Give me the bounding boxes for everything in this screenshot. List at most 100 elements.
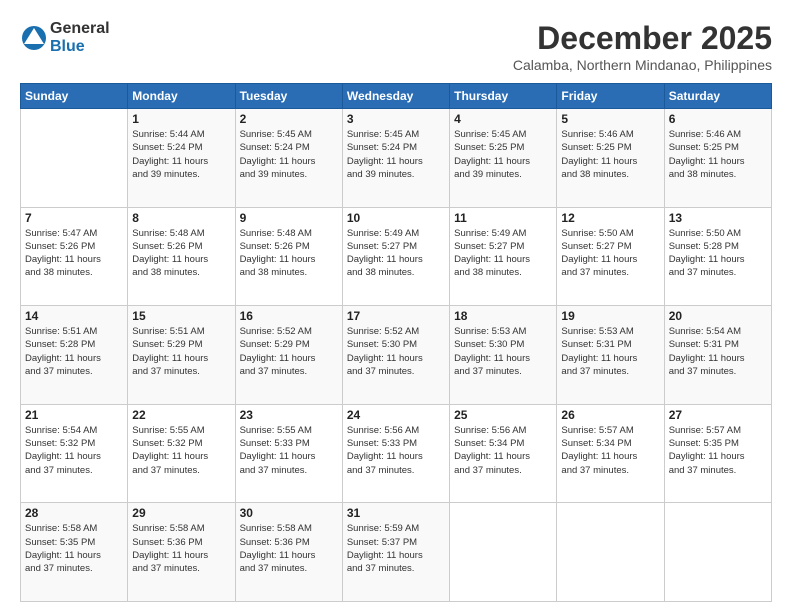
- month-title: December 2025: [513, 20, 772, 57]
- day-cell: 2 Sunrise: 5:45 AM Sunset: 5:24 PM Daylig…: [235, 109, 342, 208]
- week-row-2: 7Sunrise: 5:47 AM Sunset: 5:26 PM Daylig…: [21, 207, 772, 306]
- day-cell: 20Sunrise: 5:54 AM Sunset: 5:31 PM Dayli…: [664, 306, 771, 405]
- day-info: Sunrise: 5:53 AM Sunset: 5:30 PM Dayligh…: [454, 325, 552, 378]
- day-info: Sunrise: 5:50 AM Sunset: 5:28 PM Dayligh…: [669, 227, 767, 280]
- day-cell: 10 Sunrise: 5:49 AM Sunset: 5:27 PM Dayli…: [342, 207, 449, 306]
- day-number: 22: [132, 408, 230, 422]
- week-row-5: 28 Sunrise: 5:58 AM Sunset: 5:35 PM Dayli…: [21, 503, 772, 602]
- day-info: Sunrise: 5:55 AM Sunset: 5:32 PM Dayligh…: [132, 424, 230, 477]
- day-cell: 24 Sunrise: 5:56 AM Sunset: 5:33 PM Dayli…: [342, 404, 449, 503]
- day-info: Sunrise: 5:56 AM Sunset: 5:33 PM Dayligh…: [347, 424, 445, 477]
- day-number: 21: [25, 408, 123, 422]
- day-cell: 27 Sunrise: 5:57 AM Sunset: 5:35 PM Dayli…: [664, 404, 771, 503]
- day-number: 6: [669, 112, 767, 126]
- day-number: 7: [25, 211, 123, 225]
- logo-blue: Blue: [50, 38, 110, 56]
- day-cell: 28 Sunrise: 5:58 AM Sunset: 5:35 PM Dayli…: [21, 503, 128, 602]
- day-number: 1: [132, 112, 230, 126]
- day-info: Sunrise: 5:50 AM Sunset: 5:27 PM Dayligh…: [561, 227, 659, 280]
- day-info: Sunrise: 5:51 AM Sunset: 5:29 PM Dayligh…: [132, 325, 230, 378]
- day-info: Sunrise: 5:44 AM Sunset: 5:24 PM Dayligh…: [132, 128, 230, 181]
- day-info: Sunrise: 5:59 AM Sunset: 5:37 PM Dayligh…: [347, 522, 445, 575]
- day-info: Sunrise: 5:46 AM Sunset: 5:25 PM Dayligh…: [561, 128, 659, 181]
- day-info: Sunrise: 5:45 AM Sunset: 5:24 PM Dayligh…: [240, 128, 338, 181]
- day-cell: 23Sunrise: 5:55 AM Sunset: 5:33 PM Dayli…: [235, 404, 342, 503]
- day-number: 30: [240, 506, 338, 520]
- day-info: Sunrise: 5:48 AM Sunset: 5:26 PM Dayligh…: [132, 227, 230, 280]
- day-cell: 7Sunrise: 5:47 AM Sunset: 5:26 PM Daylig…: [21, 207, 128, 306]
- day-number: 16: [240, 309, 338, 323]
- day-number: 18: [454, 309, 552, 323]
- location-title: Calamba, Northern Mindanao, Philippines: [513, 57, 772, 73]
- col-header-friday: Friday: [557, 84, 664, 109]
- logo-icon: [20, 24, 48, 52]
- day-info: Sunrise: 5:45 AM Sunset: 5:24 PM Dayligh…: [347, 128, 445, 181]
- day-number: 23: [240, 408, 338, 422]
- week-row-1: 1 Sunrise: 5:44 AM Sunset: 5:24 PM Daylig…: [21, 109, 772, 208]
- day-info: Sunrise: 5:58 AM Sunset: 5:35 PM Dayligh…: [25, 522, 123, 575]
- day-cell: 19 Sunrise: 5:53 AM Sunset: 5:31 PM Dayli…: [557, 306, 664, 405]
- day-cell: [557, 503, 664, 602]
- day-cell: 22 Sunrise: 5:55 AM Sunset: 5:32 PM Dayli…: [128, 404, 235, 503]
- day-cell: [21, 109, 128, 208]
- day-number: 27: [669, 408, 767, 422]
- day-info: Sunrise: 5:53 AM Sunset: 5:31 PM Dayligh…: [561, 325, 659, 378]
- day-number: 26: [561, 408, 659, 422]
- day-cell: 11 Sunrise: 5:49 AM Sunset: 5:27 PM Dayli…: [450, 207, 557, 306]
- logo: General Blue: [20, 20, 110, 55]
- day-info: Sunrise: 5:57 AM Sunset: 5:35 PM Dayligh…: [669, 424, 767, 477]
- day-number: 8: [132, 211, 230, 225]
- day-number: 4: [454, 112, 552, 126]
- day-cell: 9 Sunrise: 5:48 AM Sunset: 5:26 PM Daylig…: [235, 207, 342, 306]
- day-info: Sunrise: 5:52 AM Sunset: 5:29 PM Dayligh…: [240, 325, 338, 378]
- day-cell: 30 Sunrise: 5:58 AM Sunset: 5:36 PM Dayli…: [235, 503, 342, 602]
- day-info: Sunrise: 5:46 AM Sunset: 5:25 PM Dayligh…: [669, 128, 767, 181]
- day-cell: 13 Sunrise: 5:50 AM Sunset: 5:28 PM Dayli…: [664, 207, 771, 306]
- day-info: Sunrise: 5:58 AM Sunset: 5:36 PM Dayligh…: [240, 522, 338, 575]
- day-cell: 15 Sunrise: 5:51 AM Sunset: 5:29 PM Dayli…: [128, 306, 235, 405]
- day-number: 9: [240, 211, 338, 225]
- day-number: 29: [132, 506, 230, 520]
- day-info: Sunrise: 5:49 AM Sunset: 5:27 PM Dayligh…: [454, 227, 552, 280]
- day-cell: 16 Sunrise: 5:52 AM Sunset: 5:29 PM Dayli…: [235, 306, 342, 405]
- day-number: 31: [347, 506, 445, 520]
- day-number: 10: [347, 211, 445, 225]
- day-number: 17: [347, 309, 445, 323]
- day-number: 2: [240, 112, 338, 126]
- week-row-4: 21 Sunrise: 5:54 AM Sunset: 5:32 PM Dayli…: [21, 404, 772, 503]
- calendar-header-row: SundayMondayTuesdayWednesdayThursdayFrid…: [21, 84, 772, 109]
- day-info: Sunrise: 5:52 AM Sunset: 5:30 PM Dayligh…: [347, 325, 445, 378]
- day-number: 12: [561, 211, 659, 225]
- day-info: Sunrise: 5:58 AM Sunset: 5:36 PM Dayligh…: [132, 522, 230, 575]
- day-cell: 31 Sunrise: 5:59 AM Sunset: 5:37 PM Dayli…: [342, 503, 449, 602]
- day-number: 20: [669, 309, 767, 323]
- calendar-table: SundayMondayTuesdayWednesdayThursdayFrid…: [20, 83, 772, 602]
- day-number: 25: [454, 408, 552, 422]
- col-header-sunday: Sunday: [21, 84, 128, 109]
- day-number: 13: [669, 211, 767, 225]
- logo-general: General: [50, 20, 110, 38]
- day-cell: 25Sunrise: 5:56 AM Sunset: 5:34 PM Dayli…: [450, 404, 557, 503]
- day-number: 3: [347, 112, 445, 126]
- day-number: 14: [25, 309, 123, 323]
- day-cell: 8 Sunrise: 5:48 AM Sunset: 5:26 PM Daylig…: [128, 207, 235, 306]
- day-cell: 3 Sunrise: 5:45 AM Sunset: 5:24 PM Daylig…: [342, 109, 449, 208]
- day-number: 19: [561, 309, 659, 323]
- day-info: Sunrise: 5:57 AM Sunset: 5:34 PM Dayligh…: [561, 424, 659, 477]
- day-number: 5: [561, 112, 659, 126]
- day-number: 15: [132, 309, 230, 323]
- day-number: 28: [25, 506, 123, 520]
- page: General Blue December 2025 Calamba, Nort…: [0, 0, 792, 612]
- day-cell: 5 Sunrise: 5:46 AM Sunset: 5:25 PM Daylig…: [557, 109, 664, 208]
- header: General Blue December 2025 Calamba, Nort…: [20, 20, 772, 73]
- day-cell: 14Sunrise: 5:51 AM Sunset: 5:28 PM Dayli…: [21, 306, 128, 405]
- day-info: Sunrise: 5:49 AM Sunset: 5:27 PM Dayligh…: [347, 227, 445, 280]
- day-info: Sunrise: 5:54 AM Sunset: 5:32 PM Dayligh…: [25, 424, 123, 477]
- col-header-thursday: Thursday: [450, 84, 557, 109]
- day-number: 11: [454, 211, 552, 225]
- day-cell: 6 Sunrise: 5:46 AM Sunset: 5:25 PM Daylig…: [664, 109, 771, 208]
- col-header-saturday: Saturday: [664, 84, 771, 109]
- day-number: 24: [347, 408, 445, 422]
- day-cell: [450, 503, 557, 602]
- day-info: Sunrise: 5:48 AM Sunset: 5:26 PM Dayligh…: [240, 227, 338, 280]
